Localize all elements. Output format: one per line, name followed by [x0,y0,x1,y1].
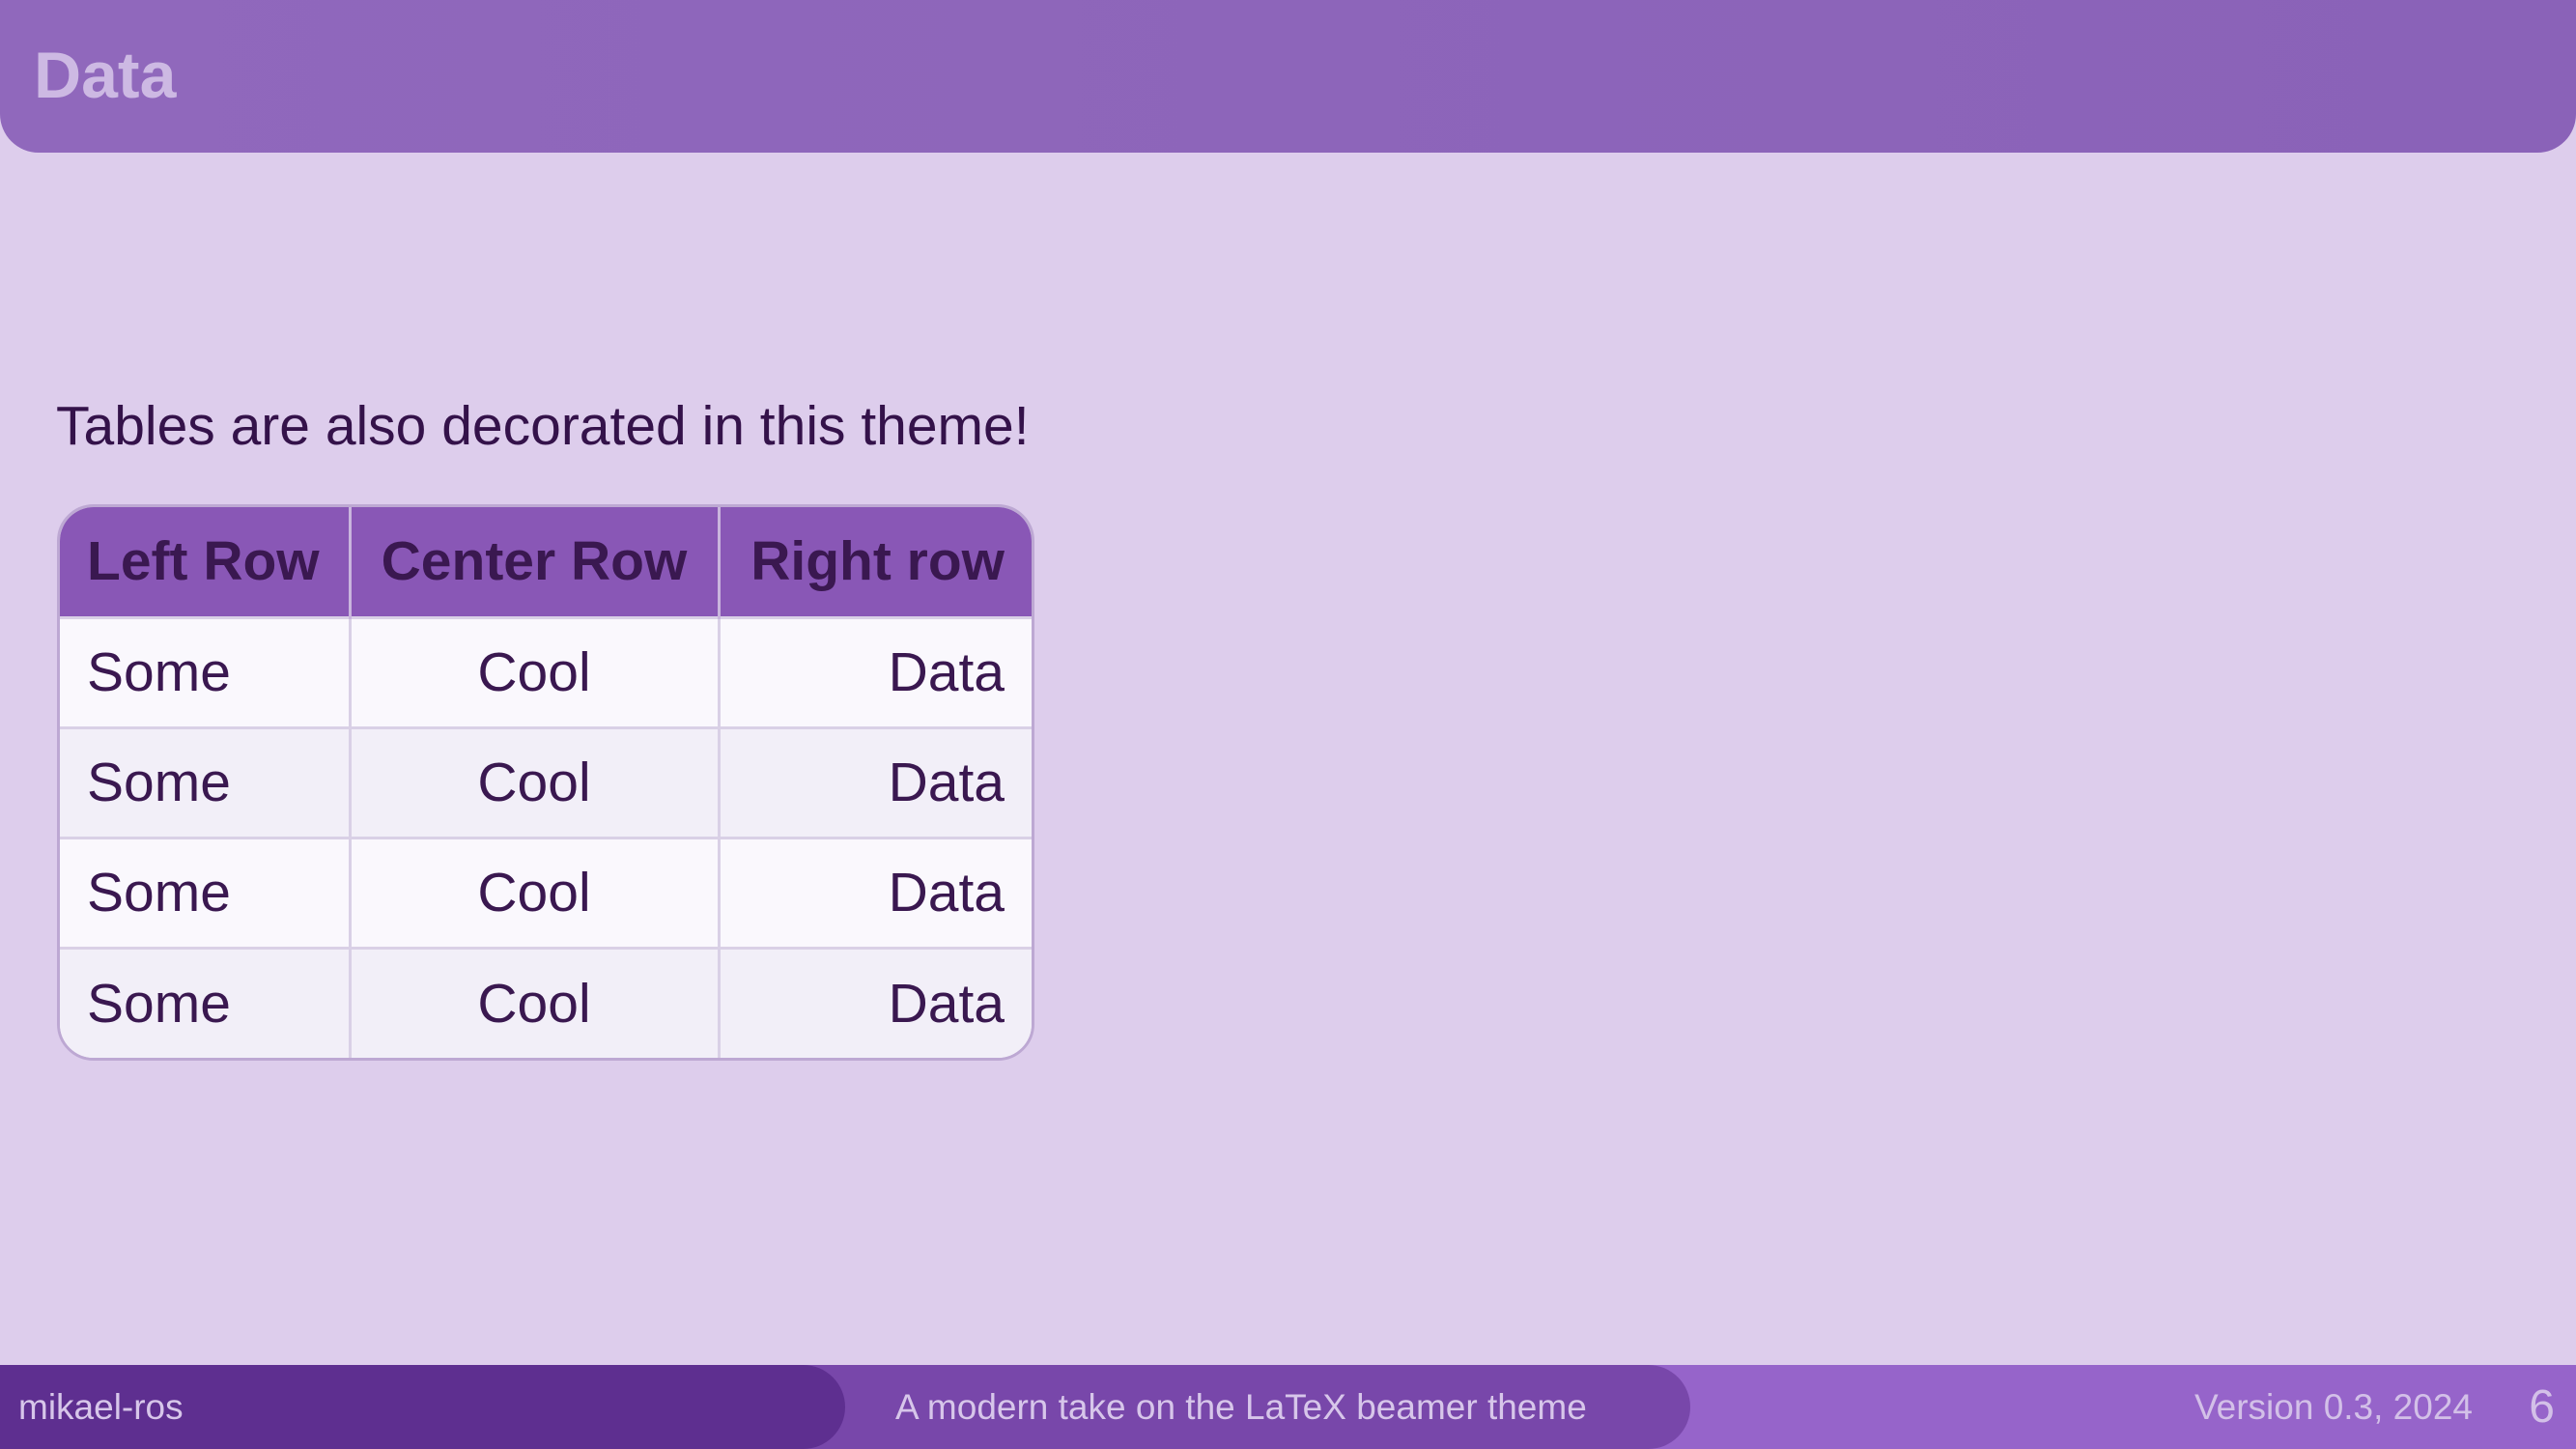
intro-text: Tables are also decorated in this theme! [56,395,1030,457]
table-cell: Cool [350,725,721,838]
table-cell: Some [60,836,352,948]
footer-author-segment: mikael-ros [0,1365,845,1449]
table-cell: Data [719,946,1032,1058]
slide-title-bar: Data [0,0,2576,153]
footer-date: Version 0.3, 2024 [2194,1387,2473,1427]
table-cell: Data [719,615,1032,727]
table-cell: Cool [350,836,721,948]
table-header-cell: Left Row [60,507,352,617]
table-cell: Some [60,946,352,1058]
data-table-container: Left Row Center Row Right row Some Cool … [57,504,1034,1061]
data-table: Left Row Center Row Right row Some Cool … [60,507,1032,1058]
table-cell: Data [719,836,1032,948]
table-row: Some Cool Data [60,615,1032,727]
table-cell: Data [719,725,1032,838]
slide-footer: A modern take on the LaTeX beamer theme … [0,1365,2576,1449]
table-cell: Some [60,615,352,727]
table-row: Some Cool Data [60,725,1032,838]
table-header-row: Left Row Center Row Right row [60,507,1032,617]
table-header-cell: Center Row [350,507,721,617]
footer-presentation-title: A modern take on the LaTeX beamer theme [895,1387,1587,1427]
slide-title: Data [34,39,177,112]
page-number: 6 [2529,1381,2555,1433]
footer-author: mikael-ros [18,1387,184,1427]
table-cell: Some [60,725,352,838]
table-header-cell: Right row [719,507,1032,617]
table-cell: Cool [350,615,721,727]
table-row: Some Cool Data [60,946,1032,1058]
table-cell: Cool [350,946,721,1058]
table-row: Some Cool Data [60,836,1032,948]
